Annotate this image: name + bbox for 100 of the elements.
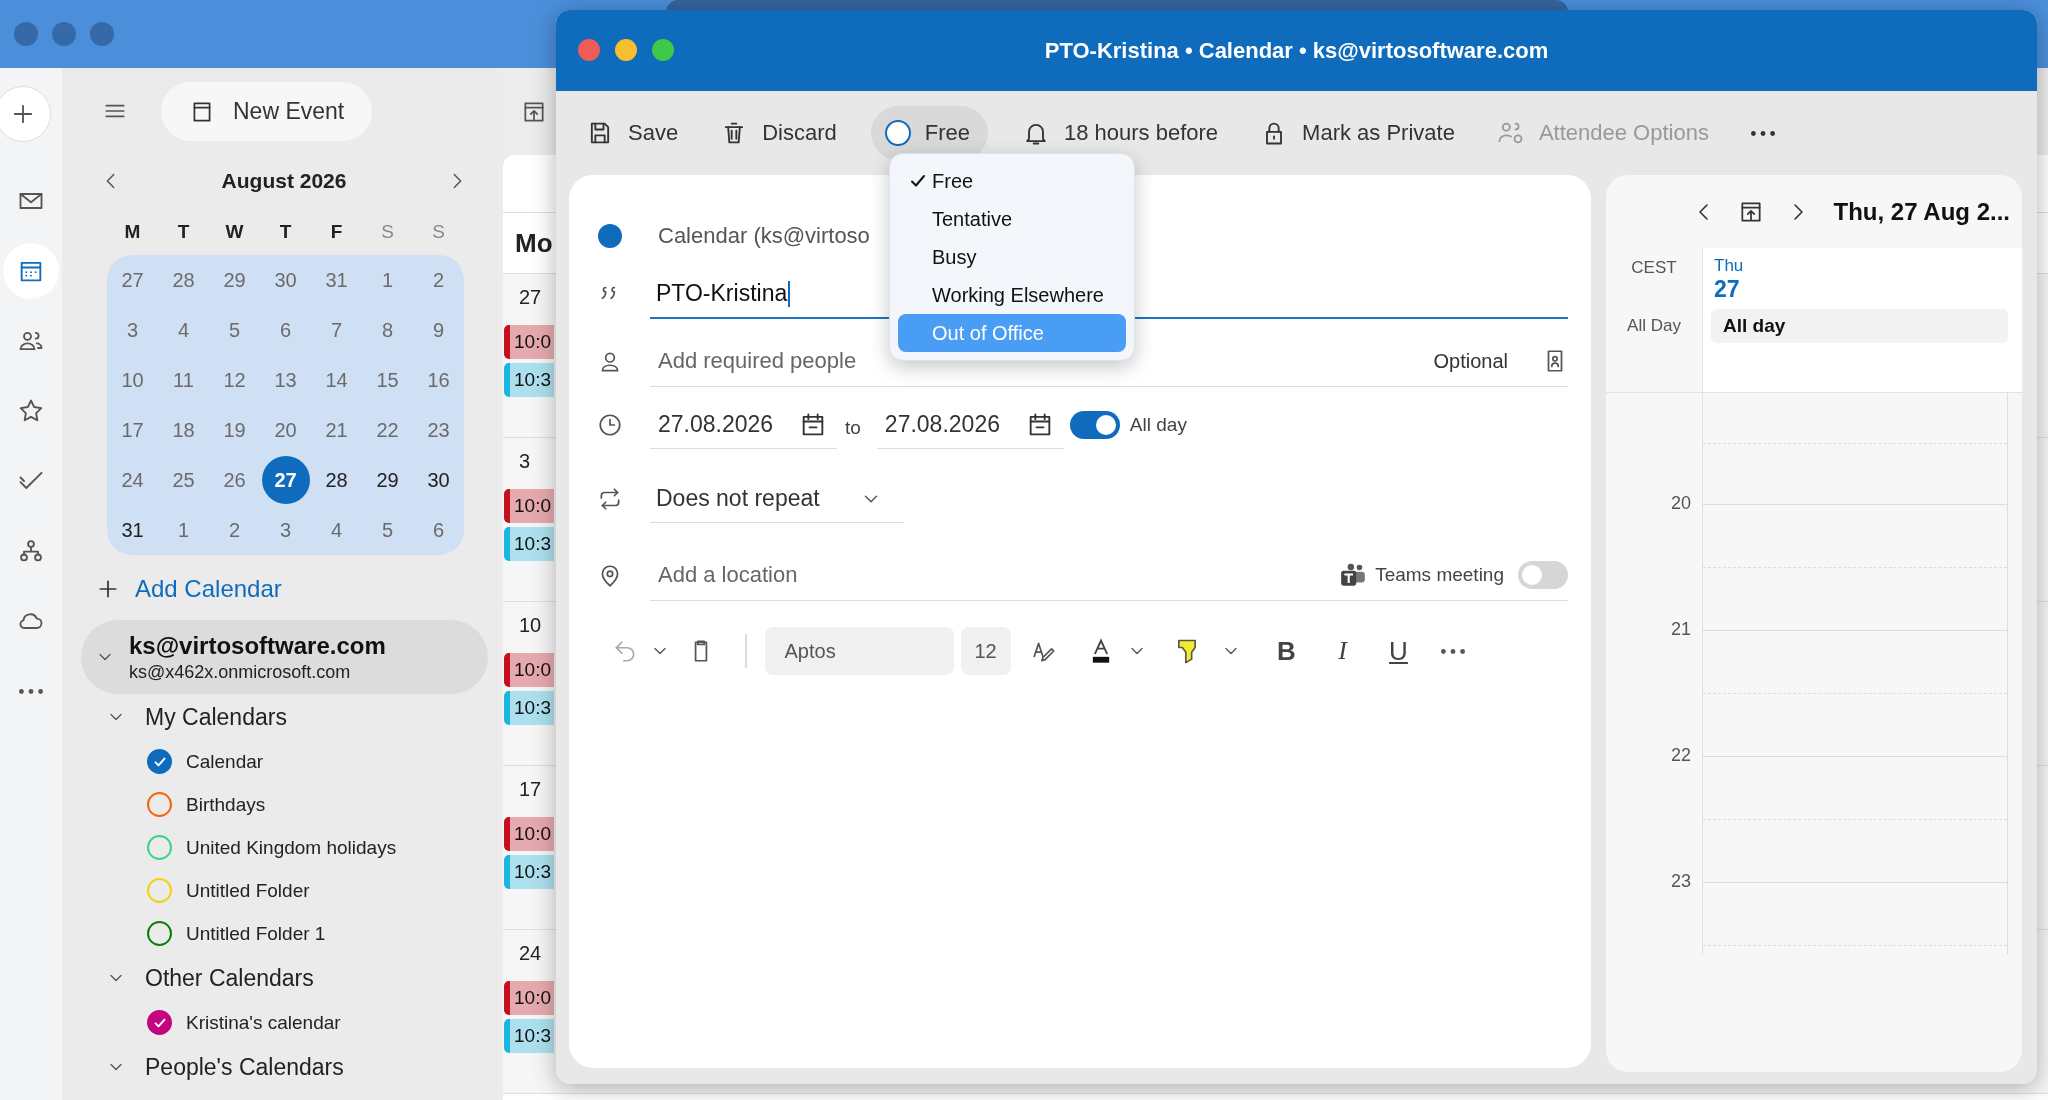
more-icon[interactable] <box>1440 648 1465 654</box>
calendar-selector[interactable]: Calendar (ks@virtoso <box>650 223 870 249</box>
calendar-day[interactable]: 4 <box>158 306 209 354</box>
calendar-day[interactable]: 28 <box>158 256 209 304</box>
repeat-dropdown[interactable]: Does not repeat <box>650 475 904 523</box>
calendar-day[interactable]: 31 <box>311 256 362 304</box>
add-calendar-link[interactable]: Add Calendar <box>135 575 282 603</box>
event-chip[interactable]: 10:3 <box>504 1019 554 1053</box>
show-as-button[interactable]: Free <box>870 106 988 160</box>
calendar-day[interactable]: 26 <box>209 456 260 504</box>
save-button[interactable]: Save <box>586 106 679 160</box>
event-chip[interactable]: 10:0 <box>504 981 554 1015</box>
calendar-day[interactable]: 9 <box>413 306 464 354</box>
start-date-field[interactable]: 27.08.2026 <box>650 401 837 449</box>
calendar-day[interactable]: 5 <box>362 506 413 554</box>
calendar-day[interactable]: 11 <box>158 356 209 404</box>
menu-item[interactable]: Working Elsewhere <box>898 276 1126 314</box>
calendar-day[interactable]: 18 <box>158 406 209 454</box>
calendar-day[interactable]: 12 <box>209 356 260 404</box>
calendar-day[interactable]: 6 <box>413 506 464 554</box>
calendar-day[interactable]: 27 <box>261 456 310 504</box>
calendar-day[interactable]: 23 <box>413 406 464 454</box>
calendar-day[interactable]: 7 <box>311 306 362 354</box>
calendar-checkbox[interactable] <box>147 921 172 946</box>
account-header[interactable]: ks@virtosoftware.com ks@x462x.onmicrosoft.com <box>81 620 488 694</box>
calendar-day[interactable]: 14 <box>311 356 362 404</box>
calendar-day[interactable]: 30 <box>413 456 464 504</box>
menu-item[interactable]: Free <box>898 162 1126 200</box>
calendar-day[interactable]: 16 <box>413 356 464 404</box>
teams-icon <box>1339 562 1368 588</box>
calendar-name[interactable]: Untitled Folder <box>186 879 310 902</box>
calendar-checkbox[interactable] <box>147 835 172 860</box>
calendar-day[interactable]: 5 <box>209 306 260 354</box>
calendar-day[interactable]: 13 <box>260 356 311 404</box>
calendar-day[interactable]: 20 <box>260 406 311 454</box>
calendar-day[interactable]: 30 <box>260 256 311 304</box>
minimize-button[interactable] <box>615 39 637 61</box>
location-field[interactable]: Add a location <box>650 558 1326 592</box>
calendar-day[interactable]: 22 <box>362 406 413 454</box>
event-chip[interactable]: 10:3 <box>504 527 554 561</box>
discard-button[interactable]: Discard <box>720 106 837 160</box>
hour-label: 23 <box>1669 871 1691 892</box>
menu-item[interactable]: Busy <box>898 238 1126 276</box>
calendar-day[interactable]: 24 <box>107 456 158 504</box>
all-day-toggle[interactable] <box>1069 411 1120 439</box>
calendar-day[interactable]: 8 <box>362 306 413 354</box>
calendar-day[interactable]: 3 <box>107 306 158 354</box>
event-chip[interactable]: 10:3 <box>504 363 554 397</box>
event-chip[interactable]: 10:3 <box>504 691 554 725</box>
weekday-label: S <box>380 221 395 243</box>
calendar-day[interactable]: 25 <box>158 456 209 504</box>
calendar-day[interactable]: 15 <box>362 356 413 404</box>
calendar-day[interactable]: 2 <box>209 506 260 554</box>
font-size-field[interactable]: 12 <box>960 627 1011 675</box>
end-date-field[interactable]: 27.08.2026 <box>876 401 1064 449</box>
teams-meeting-toggle[interactable] <box>1518 561 1568 589</box>
calendar-day[interactable]: 27 <box>107 256 158 304</box>
event-chip[interactable]: 10:0 <box>504 817 554 851</box>
calendar-day[interactable]: 6 <box>260 306 311 354</box>
weekday-label: F <box>329 221 344 243</box>
calendar-day[interactable]: 29 <box>362 456 413 504</box>
optional-link[interactable]: Optional <box>1433 349 1508 373</box>
rail-button[interactable] <box>0 86 51 142</box>
calendar-day[interactable]: 28 <box>311 456 362 504</box>
underline-button[interactable]: U <box>1378 631 1419 671</box>
calendar-checkbox[interactable] <box>147 1010 172 1035</box>
calendar-day[interactable]: 21 <box>311 406 362 454</box>
calendar-checkbox[interactable] <box>147 749 172 774</box>
calendar-day[interactable]: 19 <box>209 406 260 454</box>
private-button[interactable]: Mark as Private <box>1260 106 1455 160</box>
calendar-day[interactable]: 17 <box>107 406 158 454</box>
new-event-button[interactable]: New Event <box>161 82 373 141</box>
event-chip[interactable]: 10:3 <box>504 855 554 889</box>
font-field[interactable]: Aptos <box>764 627 954 675</box>
calendar-name[interactable]: Birthdays <box>186 793 266 816</box>
event-chip[interactable]: 10:0 <box>504 325 554 359</box>
all-day-event[interactable]: All day <box>1711 309 2008 343</box>
calendar-checkbox[interactable] <box>147 792 172 817</box>
day-number: 27 <box>1714 276 1741 303</box>
calendar-name[interactable]: Kristina's calendar <box>186 1011 341 1034</box>
menu-item[interactable]: Tentative <box>898 200 1126 238</box>
calendar-day[interactable]: 29 <box>209 256 260 304</box>
calendar-name[interactable]: Untitled Folder 1 <box>186 922 326 945</box>
event-chip[interactable]: 10:0 <box>504 489 554 523</box>
calendar-day[interactable]: 2 <box>413 256 464 304</box>
calendar-day[interactable]: 10 <box>107 356 158 404</box>
more-icon[interactable] <box>1750 130 1775 136</box>
group-title[interactable]: Other Calendars <box>145 964 314 992</box>
group-title[interactable]: People's Calendars <box>145 1053 344 1081</box>
calendar-name[interactable]: Calendar <box>186 750 264 773</box>
calendar-name[interactable]: United Kingdom holidays <box>186 836 397 859</box>
calendar-day[interactable]: 4 <box>311 506 362 554</box>
event-chip[interactable]: 10:0 <box>504 653 554 687</box>
bold-button[interactable]: B <box>1266 631 1307 671</box>
italic-button[interactable]: I <box>1322 631 1363 671</box>
calendar-day[interactable]: 1 <box>158 506 209 554</box>
calendar-day[interactable]: 3 <box>260 506 311 554</box>
calendar-day[interactable]: 31 <box>107 506 158 554</box>
group-title[interactable]: My Calendars <box>145 703 287 731</box>
calendar-day[interactable]: 1 <box>362 256 413 304</box>
